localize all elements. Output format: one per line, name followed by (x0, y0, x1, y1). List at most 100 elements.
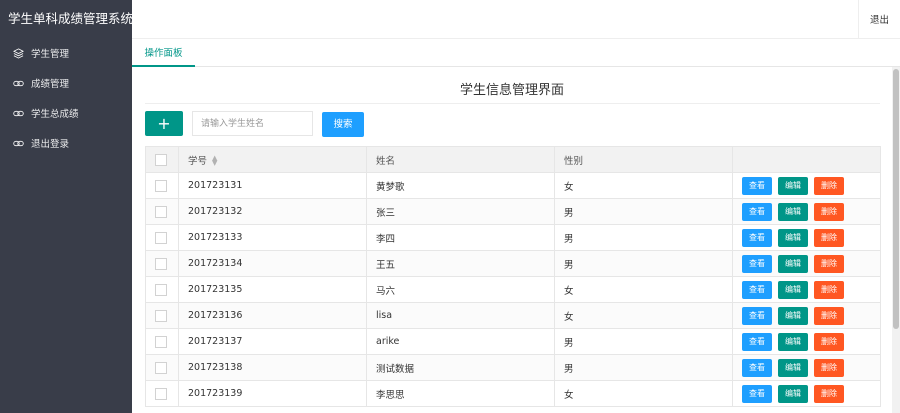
row-checkbox[interactable] (155, 257, 167, 270)
row-select-cell (145, 380, 179, 407)
row-checkbox[interactable] (155, 231, 167, 244)
sidebar-item-label: 成绩管理 (31, 79, 70, 90)
student-name-search-input[interactable] (192, 111, 313, 136)
view-button[interactable]: 查看 (742, 384, 772, 403)
delete-button[interactable]: 删除 (814, 202, 844, 221)
row-select-cell (145, 328, 179, 355)
edit-button[interactable]: 编辑 (778, 332, 808, 351)
view-button[interactable]: 查看 (742, 332, 772, 351)
student-gender-cell: 女 (554, 380, 733, 407)
student-id-cell: 201723135 (178, 276, 367, 303)
vertical-scrollbar[interactable] (892, 67, 900, 413)
row-actions-cell: 查看 编辑 删除 (732, 224, 881, 251)
logout-button[interactable]: 退出 (858, 0, 900, 38)
table-row: 201723135 马六女查看 编辑 删除 (145, 276, 881, 303)
row-checkbox[interactable] (155, 335, 167, 348)
delete-button[interactable]: 删除 (814, 228, 844, 247)
table-header-row: 学号 ▲ ▼ 姓名 性别 (145, 146, 881, 173)
app-title: 学生单科成绩管理系统 (8, 11, 132, 26)
student-name-cell: 测试数据 (366, 354, 555, 381)
student-gender-cell: 女 (554, 302, 733, 329)
edit-button[interactable]: 编辑 (778, 306, 808, 325)
edit-button[interactable]: 编辑 (778, 384, 808, 403)
column-header-actions (732, 146, 881, 173)
view-button[interactable]: 查看 (742, 254, 772, 273)
edit-button[interactable]: 编辑 (778, 358, 808, 377)
view-button[interactable]: 查看 (742, 306, 772, 325)
delete-button[interactable]: 删除 (814, 280, 844, 299)
select-all-checkbox[interactable] (155, 153, 167, 166)
row-checkbox[interactable] (155, 361, 167, 374)
student-name-cell: arike (366, 328, 555, 355)
view-button[interactable]: 查看 (742, 176, 772, 195)
sidebar-item-label: 学生总成绩 (31, 109, 79, 120)
student-id-cell: 201723131 (178, 172, 367, 199)
delete-button[interactable]: 删除 (814, 254, 844, 273)
student-id-cell: 201723133 (178, 224, 367, 251)
delete-button[interactable]: 删除 (814, 176, 844, 195)
student-gender-cell: 女 (554, 172, 733, 199)
edit-button[interactable]: 编辑 (778, 254, 808, 273)
row-checkbox[interactable] (155, 309, 167, 322)
table-row: 201723132 张三男查看 编辑 删除 (145, 198, 881, 225)
delete-button[interactable]: 删除 (814, 384, 844, 403)
view-button[interactable]: 查看 (742, 228, 772, 247)
student-name-cell: 张三 (366, 198, 555, 225)
row-checkbox[interactable] (155, 283, 167, 296)
sidebar-item-logout[interactable]: 退出登录 (0, 128, 132, 158)
row-actions-cell: 查看 编辑 删除 (732, 198, 881, 225)
student-name-cell: 马六 (366, 276, 555, 303)
link-icon (12, 107, 24, 119)
table-row: 201723136 lisa 女查看 编辑 删除 (145, 302, 881, 329)
edit-button[interactable]: 编辑 (778, 228, 808, 247)
row-actions-cell: 查看 编辑 删除 (732, 328, 881, 355)
table-row: 201723134 王五男查看 编辑 删除 (145, 250, 881, 277)
student-id-cell: 201723134 (178, 250, 367, 277)
delete-button[interactable]: 删除 (814, 332, 844, 351)
view-button[interactable]: 查看 (742, 358, 772, 377)
view-button[interactable]: 查看 (742, 280, 772, 299)
link-icon (12, 77, 24, 89)
sidebar-item-grade-management[interactable]: 成绩管理 (0, 68, 132, 98)
top-header: 退出 (132, 0, 900, 39)
row-select-cell (145, 224, 179, 251)
column-header-label: 姓名 (376, 155, 396, 167)
table-row: 201723138 测试数据男查看 编辑 删除 (145, 354, 881, 381)
student-gender-cell: 男 (554, 198, 733, 225)
search-button[interactable]: 搜索 (322, 112, 364, 137)
sidebar-item-label: 退出登录 (31, 139, 70, 150)
add-student-button[interactable]: + (145, 111, 183, 136)
tab-operation-panel[interactable]: 操作面板 (132, 39, 195, 67)
row-actions-cell: 查看 编辑 删除 (732, 276, 881, 303)
student-name-cell: 王五 (366, 250, 555, 277)
scrollbar-thumb[interactable] (893, 69, 899, 329)
row-actions-cell: 查看 编辑 删除 (732, 354, 881, 381)
delete-button[interactable]: 删除 (814, 358, 844, 377)
student-id-cell: 201723138 (178, 354, 367, 381)
sidebar-item-label: 学生管理 (31, 49, 70, 60)
row-checkbox[interactable] (155, 387, 167, 400)
row-checkbox[interactable] (155, 205, 167, 218)
edit-button[interactable]: 编辑 (778, 202, 808, 221)
layers-icon (12, 47, 24, 59)
row-select-cell (145, 354, 179, 381)
delete-button[interactable]: 删除 (814, 306, 844, 325)
student-id-cell: 201723137 (178, 328, 367, 355)
sidebar-item-student-management[interactable]: 学生管理 (0, 38, 132, 68)
sidebar-item-total-grades[interactable]: 学生总成绩 (0, 98, 132, 128)
main-content: 学生信息管理界面 + 搜索 学号▲▼ 姓名 性别 201723131黄梦歌女查看… (132, 67, 892, 413)
edit-button[interactable]: 编辑 (778, 176, 808, 195)
row-actions-cell: 查看 编辑 删除 (732, 302, 881, 329)
row-select-cell (145, 172, 179, 199)
edit-button[interactable]: 编辑 (778, 280, 808, 299)
row-select-cell (145, 198, 179, 225)
row-select-cell (145, 302, 179, 329)
column-header-label: 性别 (564, 155, 584, 167)
student-id-cell: 201723136 (178, 302, 367, 329)
view-button[interactable]: 查看 (742, 202, 772, 221)
link-icon (12, 137, 24, 149)
column-header-id[interactable]: 学号 ▲ ▼ (178, 146, 367, 173)
row-checkbox[interactable] (155, 179, 167, 192)
sort-icon[interactable]: ▲ ▼ (212, 155, 217, 167)
student-name-cell: 李四 (366, 224, 555, 251)
